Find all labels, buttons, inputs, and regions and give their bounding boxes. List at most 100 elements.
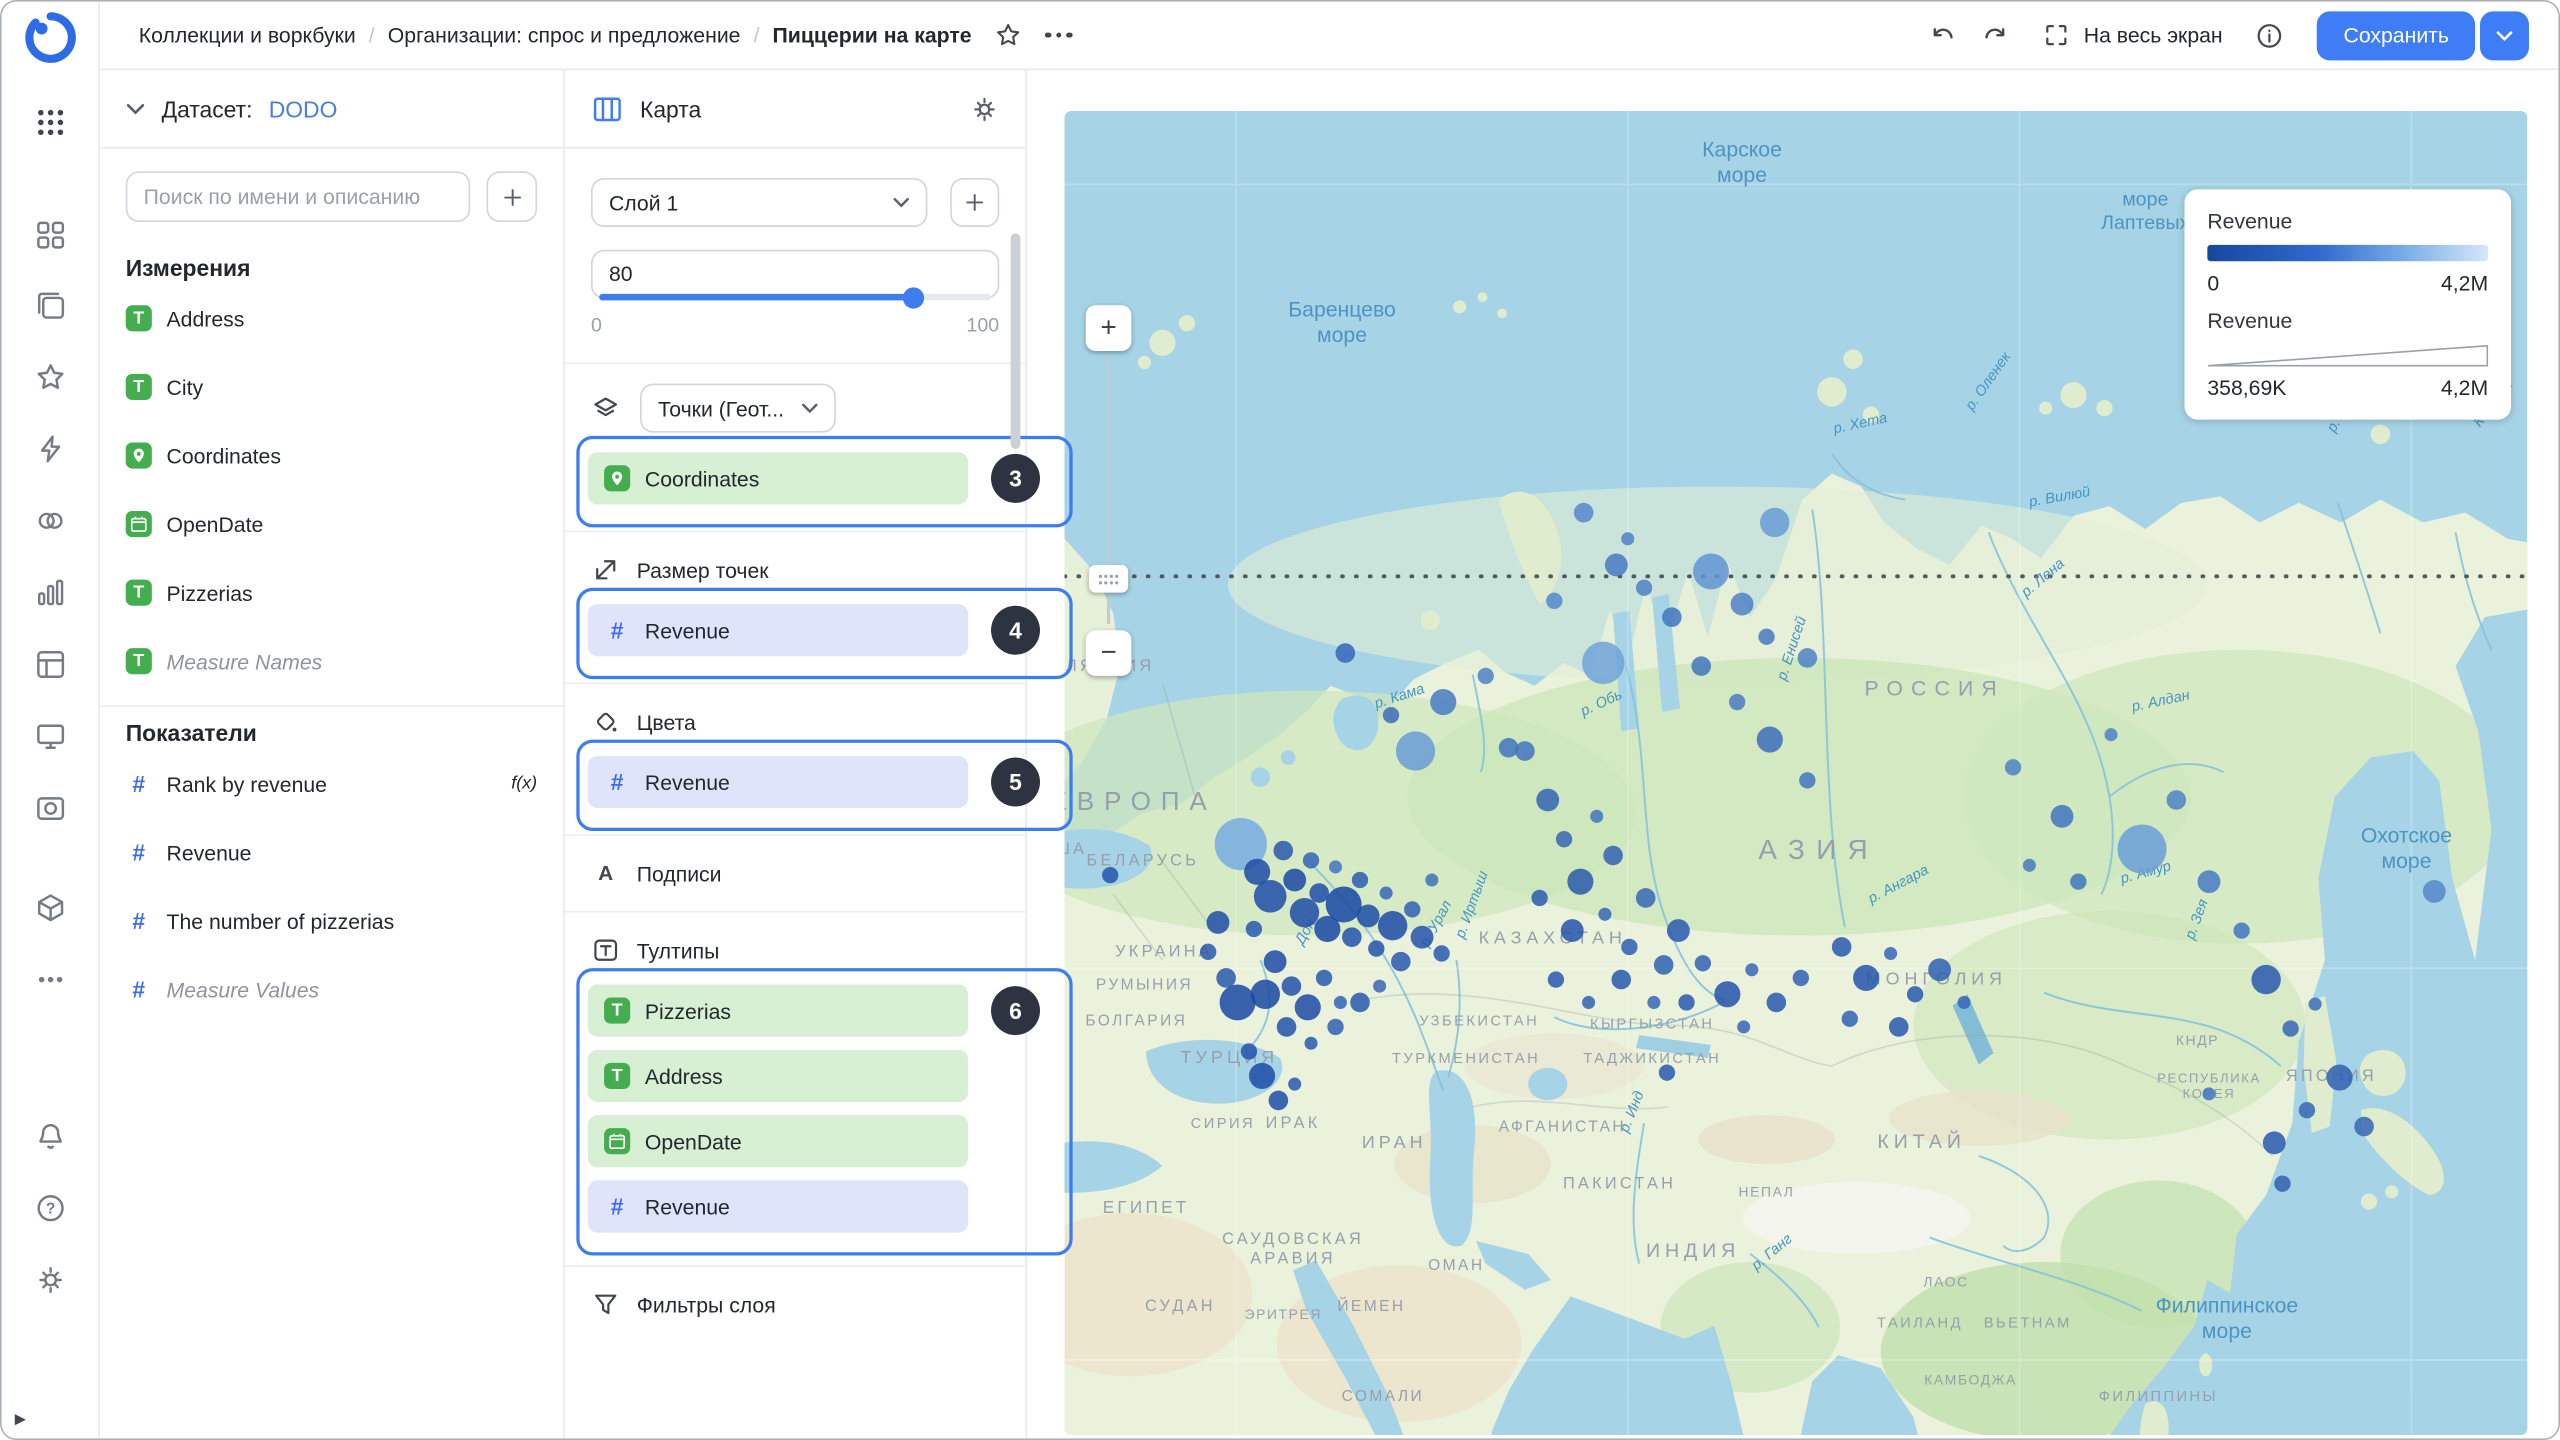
- map-point[interactable]: [2233, 922, 2249, 938]
- map-point[interactable]: [1531, 890, 1547, 906]
- map-point[interactable]: [1269, 1091, 1289, 1111]
- favorites-icon[interactable]: [34, 361, 67, 394]
- tooltip-field-pill[interactable]: T Address: [588, 1050, 968, 1102]
- colors-field-pill[interactable]: # Revenue: [588, 756, 968, 808]
- redo-icon[interactable]: [1981, 20, 2010, 49]
- map-point[interactable]: [1662, 607, 1682, 627]
- map-point[interactable]: [1246, 921, 1262, 937]
- map-point[interactable]: [2263, 1131, 2286, 1154]
- map-point[interactable]: [2118, 824, 2167, 873]
- map-point[interactable]: [1561, 919, 1584, 942]
- point-size-field-pill[interactable]: # Revenue: [588, 604, 968, 656]
- map-point[interactable]: [1277, 1017, 1297, 1037]
- map-point[interactable]: [1758, 629, 1774, 645]
- settings-gear-icon[interactable]: [34, 1264, 67, 1297]
- map-point[interactable]: [1380, 887, 1393, 900]
- map-point[interactable]: [1667, 919, 1690, 942]
- dataset-name[interactable]: DODO: [269, 96, 338, 122]
- map-point[interactable]: [1357, 904, 1380, 927]
- save-dropdown-button[interactable]: [2480, 11, 2529, 60]
- map-point[interactable]: [1249, 1063, 1275, 1089]
- map-point[interactable]: [2202, 1087, 2215, 1100]
- collections-icon[interactable]: [34, 289, 67, 322]
- map-point[interactable]: [1731, 593, 1754, 616]
- map-point[interactable]: [1889, 1017, 1909, 1037]
- media-icon[interactable]: [34, 792, 67, 825]
- map-point[interactable]: [1691, 656, 1711, 676]
- field-coordinates[interactable]: Coordinates: [100, 421, 564, 490]
- field-revenue[interactable]: # Revenue: [100, 818, 564, 887]
- map-point[interactable]: [1241, 1043, 1257, 1059]
- map-point[interactable]: [2354, 1117, 2374, 1137]
- map-point[interactable]: [1102, 867, 1118, 883]
- field-rank-by-revenue[interactable]: # Rank by revenue f(x): [100, 749, 564, 818]
- map-point[interactable]: [1737, 1020, 1750, 1033]
- map-point[interactable]: [1283, 869, 1306, 892]
- map-point[interactable]: [2005, 759, 2021, 775]
- map-point[interactable]: [1264, 950, 1287, 973]
- map-point[interactable]: [1316, 970, 1332, 986]
- map-point[interactable]: [1383, 707, 1399, 723]
- map-point[interactable]: [2167, 790, 2187, 810]
- map-point[interactable]: [1793, 970, 1809, 986]
- opacity-slider-knob[interactable]: [902, 287, 923, 308]
- rail-expand-icon[interactable]: ▶: [15, 1411, 26, 1429]
- map-point[interactable]: [1745, 963, 1758, 976]
- map-point[interactable]: [1654, 955, 1674, 975]
- map-point[interactable]: [1282, 976, 1302, 996]
- map-point[interactable]: [1515, 741, 1535, 761]
- map-point[interactable]: [1425, 873, 1438, 886]
- map-point[interactable]: [2104, 728, 2117, 741]
- tables-icon[interactable]: [34, 648, 67, 681]
- map-point[interactable]: [1621, 939, 1637, 955]
- add-layer-button[interactable]: [950, 178, 999, 227]
- services-cube-icon[interactable]: [34, 891, 67, 924]
- add-field-button[interactable]: [487, 171, 538, 222]
- map-point[interactable]: [1368, 940, 1384, 956]
- map-point[interactable]: [1254, 880, 1287, 913]
- map-point[interactable]: [2023, 859, 2036, 872]
- map-point[interactable]: [1499, 738, 1519, 758]
- dataset-selector[interactable]: Датасет: DODO: [100, 70, 564, 148]
- map-chart-type-icon[interactable]: [591, 92, 624, 125]
- map-point[interactable]: [2423, 880, 2446, 903]
- datalens-logo[interactable]: [24, 11, 76, 63]
- map-point[interactable]: [1611, 970, 1631, 990]
- map-point[interactable]: [2282, 1020, 2298, 1036]
- map-point[interactable]: [1404, 901, 1420, 917]
- map-point[interactable]: [1799, 772, 1815, 788]
- field-city[interactable]: T City: [100, 353, 564, 422]
- apps-grid-icon[interactable]: [34, 106, 67, 139]
- fullscreen-button[interactable]: На весь экран: [2043, 21, 2223, 49]
- map-point[interactable]: [1548, 971, 1564, 987]
- info-icon[interactable]: [2255, 20, 2284, 49]
- field-address[interactable]: T Address: [100, 284, 564, 353]
- map-point[interactable]: [1695, 955, 1711, 971]
- map-point[interactable]: [1621, 532, 1634, 545]
- map-point[interactable]: [1678, 994, 1694, 1010]
- map-point[interactable]: [1574, 503, 1594, 523]
- map-point[interactable]: [1411, 926, 1434, 949]
- tooltip-field-pill[interactable]: OpenDate: [588, 1115, 968, 1167]
- rail-more-icon[interactable]: [34, 963, 67, 996]
- map-point[interactable]: [2274, 1176, 2290, 1192]
- map-point[interactable]: [1693, 553, 1729, 589]
- map-point[interactable]: [1273, 841, 1293, 861]
- map-point[interactable]: [1832, 937, 1852, 957]
- map-point[interactable]: [1350, 993, 1370, 1013]
- map-point[interactable]: [1396, 731, 1435, 770]
- map-point[interactable]: [1582, 642, 1624, 684]
- map-point[interactable]: [1295, 994, 1321, 1020]
- more-menu-icon[interactable]: [1045, 32, 1072, 38]
- map-point[interactable]: [1636, 580, 1652, 596]
- map-point[interactable]: [1567, 869, 1593, 895]
- map-point[interactable]: [1433, 945, 1449, 961]
- map-point[interactable]: [1546, 593, 1562, 609]
- field-number-of-pizzerias[interactable]: # The number of pizzerias: [100, 887, 564, 956]
- map-point[interactable]: [1582, 996, 1595, 1009]
- panel-scrollbar[interactable]: [1011, 233, 1021, 449]
- map-point[interactable]: [1216, 968, 1236, 988]
- map-point[interactable]: [1309, 883, 1329, 903]
- map-point[interactable]: [1329, 860, 1342, 873]
- field-search-input[interactable]: [126, 171, 470, 222]
